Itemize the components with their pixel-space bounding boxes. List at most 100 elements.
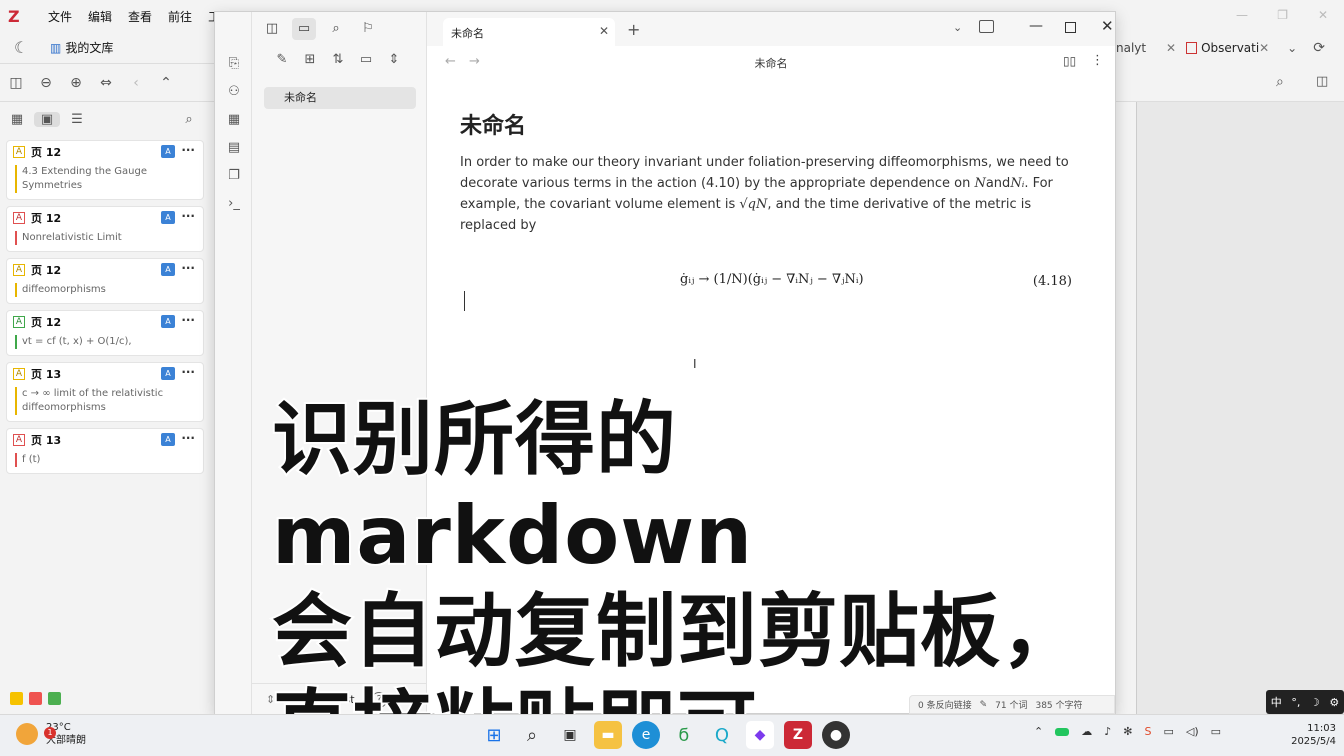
more-icon[interactable]: ··· xyxy=(181,365,195,379)
library-tab[interactable]: ▥ 我的文库 xyxy=(50,39,113,56)
ime-settings-icon[interactable]: ⚙ xyxy=(1329,696,1339,709)
battery-icon[interactable]: ▭ xyxy=(1211,725,1221,738)
view-title[interactable]: 未命名 xyxy=(427,55,1115,71)
canvas-icon[interactable]: ▦ xyxy=(225,112,243,127)
sidebar-toggle-icon[interactable]: ◫ xyxy=(2,75,30,91)
thumbnails-icon[interactable]: ▦ xyxy=(4,112,30,127)
clock[interactable]: 11:03 2025/5/4 xyxy=(1290,722,1336,748)
annotation-card[interactable]: A 页 13 A ··· c → ∞ limit of the relativisti… xyxy=(6,362,204,422)
note-editor[interactable]: 未命名 In order to make our theory invarian… xyxy=(460,108,1080,304)
edge-icon[interactable]: e xyxy=(632,721,660,749)
more-icon[interactable]: ··· xyxy=(181,313,195,327)
obsidian-icon[interactable]: ◆ xyxy=(746,721,774,749)
sync-icon[interactable]: ⟳ xyxy=(1313,40,1325,56)
media-player-icon[interactable]: ● xyxy=(822,721,850,749)
more-icon[interactable]: ··· xyxy=(181,431,195,445)
zoom-in-icon[interactable]: ⊕ xyxy=(62,75,90,91)
color-red[interactable] xyxy=(29,692,42,705)
prev-page-icon[interactable]: ‹ xyxy=(122,75,150,91)
ocr-icon[interactable]: A xyxy=(161,263,175,276)
ocr-icon[interactable]: A xyxy=(161,315,175,328)
new-note-icon[interactable]: ✎ xyxy=(272,52,292,67)
network-icon[interactable]: ▭ xyxy=(1163,725,1173,738)
expand-icon[interactable]: ⇕ xyxy=(384,52,404,67)
open-switcher-icon[interactable]: ⎘ xyxy=(225,56,243,71)
note-title[interactable]: 未命名 xyxy=(460,108,1080,140)
chevron-down-icon[interactable]: ⌄ xyxy=(1287,41,1297,55)
maximize-icon[interactable] xyxy=(1065,22,1076,33)
graph-icon[interactable]: ⚇ xyxy=(225,84,243,99)
zotero-minimize-icon[interactable]: — xyxy=(1236,8,1248,22)
annotation-search-icon[interactable]: ⌕ xyxy=(176,112,202,127)
sort-icon[interactable]: ⇅ xyxy=(328,52,348,67)
terminal-icon[interactable]: ›_ xyxy=(225,196,243,211)
tab-close-icon[interactable]: ✕ xyxy=(1166,41,1176,55)
close-tab-icon[interactable]: ✕ xyxy=(599,24,609,38)
sidebar-toggle-icon[interactable]: ◫ xyxy=(260,18,284,40)
minimize-icon[interactable]: — xyxy=(1029,18,1043,34)
search-icon[interactable]: ⌕ xyxy=(324,18,348,40)
more-icon[interactable]: ··· xyxy=(181,209,195,223)
folder-icon[interactable]: ▭ xyxy=(292,18,316,40)
ime-mode[interactable]: 中 xyxy=(1271,694,1282,710)
annotation-card[interactable]: A 页 12 A ··· 4.3 Extending the Gauge Symmet… xyxy=(6,140,204,200)
file-explorer-icon[interactable]: ▬ xyxy=(594,721,622,749)
annotation-card[interactable]: A 页 12 A ··· Nonrelativistic Limit xyxy=(6,206,204,252)
ocr-icon[interactable]: A xyxy=(161,367,175,380)
tab-partial-label[interactable]: nalyt xyxy=(1116,41,1166,55)
more-icon[interactable]: ··· xyxy=(181,143,195,157)
wechat-tray-icon[interactable] xyxy=(1055,727,1070,736)
search-app-icon[interactable]: Q xyxy=(708,721,736,749)
more-options-icon[interactable]: ⋮ xyxy=(1091,53,1104,68)
weather-widget[interactable]: 1 23°C 大部晴朗 xyxy=(16,721,86,747)
outline-icon[interactable]: ☰ xyxy=(64,112,90,127)
zotero-restore-icon[interactable]: ❐ xyxy=(1277,8,1288,22)
context-pane-icon[interactable]: ◫ xyxy=(1316,74,1328,89)
close-icon[interactable]: ✕ xyxy=(1101,17,1114,35)
search-icon[interactable]: ⌕ xyxy=(518,721,546,749)
volume-icon[interactable]: ◁) xyxy=(1186,725,1199,738)
ocr-icon[interactable]: A xyxy=(161,433,175,446)
book-open-icon[interactable]: ▯▯ xyxy=(1063,54,1076,68)
page-up-icon[interactable]: ⌃ xyxy=(152,75,180,91)
color-yellow[interactable] xyxy=(10,692,23,705)
file-item[interactable]: 未命名 xyxy=(264,87,416,109)
zotero-close-icon[interactable]: ✕ xyxy=(1318,8,1328,22)
ocr-icon[interactable]: A xyxy=(161,145,175,158)
tab-close-icon[interactable]: ✕ xyxy=(1259,41,1269,55)
annotation-card[interactable]: A 页 12 A ··· vt = cf (t, x) + O(1/c), xyxy=(6,310,204,356)
moon-icon[interactable]: ☾ xyxy=(14,38,36,57)
calendar-icon[interactable]: ▤ xyxy=(225,140,243,155)
settings-tray-icon[interactable]: ✻ xyxy=(1123,725,1132,738)
math-block[interactable]: ġᵢⱼ → (1/N)(ġᵢⱼ − ∇ᵢNⱼ − ∇ⱼNᵢ) (4.18) xyxy=(460,264,1080,304)
more-icon[interactable]: ··· xyxy=(181,261,195,275)
zotero-icon[interactable]: Z xyxy=(784,721,812,749)
ocr-icon[interactable]: A xyxy=(161,211,175,224)
task-view-icon[interactable]: ▣ xyxy=(556,721,584,749)
app-green-icon[interactable]: ϭ xyxy=(670,721,698,749)
cloud-icon[interactable]: ☁ xyxy=(1081,725,1092,738)
menu-go[interactable]: 前往 xyxy=(160,8,200,25)
app-tray-icon[interactable]: S xyxy=(1144,725,1151,738)
annotation-card[interactable]: A 页 12 A ··· diffeomorphisms xyxy=(6,258,204,304)
tab-observation[interactable]: Observation xyxy=(1201,41,1259,55)
find-icon[interactable]: ⌕ xyxy=(1276,74,1284,90)
templates-icon[interactable]: ❐ xyxy=(225,168,243,183)
new-tab-icon[interactable]: + xyxy=(627,20,640,39)
collapse-icon[interactable]: ▭ xyxy=(356,52,376,67)
menu-file[interactable]: 文件 xyxy=(40,8,80,25)
windows-start-icon[interactable]: ⊞ xyxy=(480,721,508,749)
chevron-down-icon[interactable]: ⌄ xyxy=(953,21,962,34)
mic-icon[interactable]: ♪ xyxy=(1104,725,1111,738)
tray-chevron-icon[interactable]: ⌃ xyxy=(1034,725,1043,738)
fit-width-icon[interactable]: ⇔ xyxy=(92,75,120,91)
menu-view[interactable]: 查看 xyxy=(120,8,160,25)
color-green[interactable] xyxy=(48,692,61,705)
annotation-card[interactable]: A 页 13 A ··· f (t) xyxy=(6,428,204,474)
right-sidebar-icon[interactable] xyxy=(979,20,994,33)
moon-mode-icon[interactable]: ☽ xyxy=(1310,696,1320,709)
new-folder-icon[interactable]: ⊞ xyxy=(300,52,320,67)
annotations-icon[interactable]: ▣ xyxy=(34,111,60,127)
note-paragraph[interactable]: In order to make our theory invariant un… xyxy=(460,152,1080,236)
bookmark-icon[interactable]: ⚐ xyxy=(356,18,380,40)
